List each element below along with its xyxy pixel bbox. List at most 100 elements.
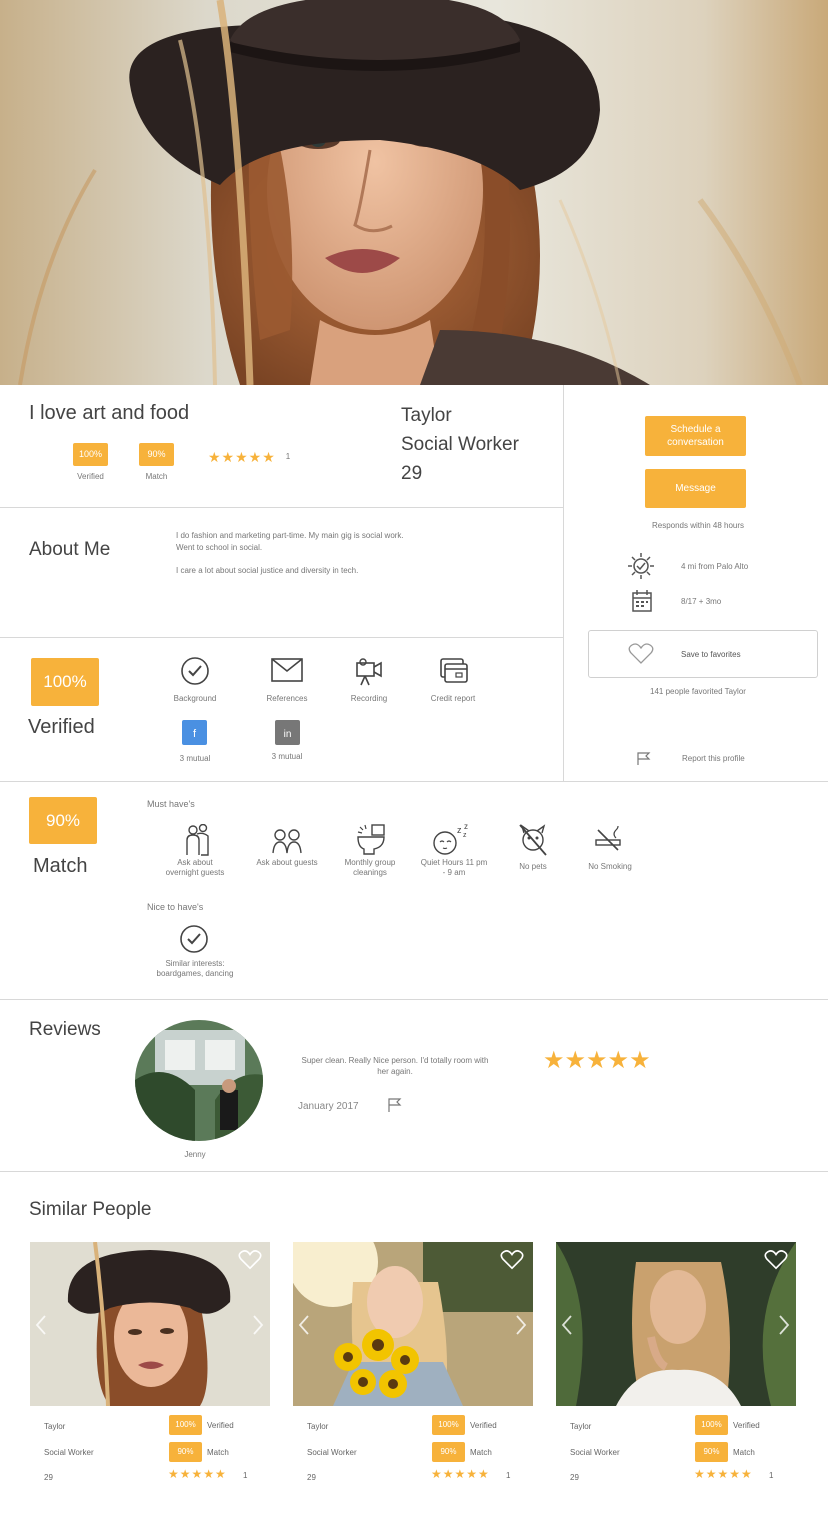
hero-portrait-illustration [18,0,803,385]
about-title: About Me [29,539,111,560]
card-match-label: Match [470,1448,492,1457]
verification-item-label: Background [173,694,217,703]
card-match-badge: 90% [169,1442,202,1462]
verification-item-label: Credit report [430,694,476,703]
review-text: Super clean. Really Nice person. I'd tot… [301,1056,489,1076]
background-check-icon [180,656,210,686]
card-match-label: Match [207,1448,229,1457]
card-name: Taylor [570,1422,592,1431]
must-have-label: No pets [519,862,547,871]
report-profile-link[interactable]: Report this profile [682,754,745,763]
card-stars: ★★★★★ [431,1467,490,1481]
favorite-heart-icon[interactable] [764,1250,788,1270]
must-have-label: No Smoking [588,862,632,871]
sun-icon [627,552,655,580]
card-verified-badge: 100% [432,1415,465,1435]
response-time: Responds within 48 hours [651,521,745,530]
sleep-icon: zzz [433,823,473,857]
card-age: 29 [570,1473,579,1482]
chevron-right-icon[interactable] [515,1314,527,1336]
divider [0,1171,828,1172]
guests-icon [272,826,302,854]
must-haves-title: Must have's [147,799,195,809]
match-label: Match [33,855,88,877]
similar-card-photo[interactable] [293,1242,533,1406]
flag-icon[interactable] [637,752,651,765]
verified-label: Verified [77,472,104,481]
verification-item-label: Recording [350,694,388,703]
card-verified-label: Verified [470,1421,497,1430]
similar-card-photo[interactable] [30,1242,270,1406]
card-rating-count: 1 [243,1471,248,1480]
svg-text:z: z [457,825,462,835]
profile-name: Taylor [401,405,452,426]
facebook-icon: f [182,720,207,745]
schedule-conversation-button[interactable]: Schedule a conversation [645,416,746,456]
rating-stars: ★★★★★ [208,449,276,465]
nice-to-have-label: Similar interests: boardgames, dancing [156,959,234,978]
divider [0,507,563,508]
rating-count: 1 [285,452,291,461]
chevron-left-icon[interactable] [298,1314,310,1336]
card-match-label: Match [733,1448,755,1457]
heart-icon [628,643,654,665]
svg-text:z: z [464,823,468,831]
message-button[interactable]: Message [645,469,746,508]
review-stars: ★★★★★ [543,1047,651,1074]
card-job: Social Worker [570,1448,620,1457]
reviews-title: Reviews [29,1019,101,1040]
linkedin-icon: in [275,720,300,745]
match-label: Match [145,472,168,481]
card-rating-count: 1 [769,1471,774,1480]
divider [0,637,563,638]
reviewer-avatar [135,1020,263,1141]
chevron-left-icon[interactable] [561,1314,573,1336]
profile-occupation: Social Worker [401,434,519,455]
save-to-favorites-button[interactable]: Save to favorites [588,630,818,678]
svg-text:in: in [284,729,292,740]
about-line: I care a lot about social justice and di… [176,566,359,575]
about-line: Went to school in social. [176,543,263,552]
match-percent-badge: 90% [29,797,97,844]
no-pets-icon [518,823,548,857]
card-verified-badge: 100% [169,1415,202,1435]
divider [0,999,828,1000]
save-to-favorites-label: Save to favorites [681,650,741,659]
chevron-right-icon[interactable] [252,1314,264,1336]
card-verified-badge: 100% [695,1415,728,1435]
card-stars: ★★★★★ [168,1467,227,1481]
divider [0,781,828,782]
credit-report-icon [440,658,468,684]
chevron-left-icon[interactable] [35,1314,47,1336]
card-rating-count: 1 [506,1471,511,1480]
favorited-count: 141 people favorited Taylor [650,687,746,696]
must-have-label: Ask about guests [256,858,318,867]
reviewer-name: Jenny [184,1150,206,1159]
svg-text:z: z [463,832,467,839]
hero-photo [0,0,828,385]
toilet-cleaning-icon [356,823,386,855]
card-verified-label: Verified [733,1421,760,1430]
card-verified-label: Verified [207,1421,234,1430]
card-stars: ★★★★★ [694,1467,753,1481]
distance-text: 4 mi from Palo Alto [681,562,749,571]
no-smoking-icon [594,826,624,852]
calendar-icon [632,590,652,612]
favorite-heart-icon[interactable] [500,1250,524,1270]
card-match-badge: 90% [695,1442,728,1462]
favorite-heart-icon[interactable] [238,1250,262,1270]
must-have-label: Quiet Hours 11 pm - 9 am [420,858,488,877]
match-badge: 90% [139,443,174,466]
profile-age: 29 [401,463,423,484]
report-review-flag-icon[interactable] [388,1098,402,1112]
nice-to-haves-title: Nice to have's [147,902,204,912]
similar-card-photo[interactable] [556,1242,796,1406]
chevron-right-icon[interactable] [778,1314,790,1336]
verified-label: Verified [28,716,95,738]
profile-tagline: I love art and food [29,402,190,424]
card-name: Taylor [307,1422,329,1431]
mutual-connections-label: 3 mutual [271,752,303,761]
video-camera-icon [356,658,382,686]
availability-date: 8/17 + 3mo [681,597,722,606]
verified-percent-badge: 100% [31,658,99,706]
